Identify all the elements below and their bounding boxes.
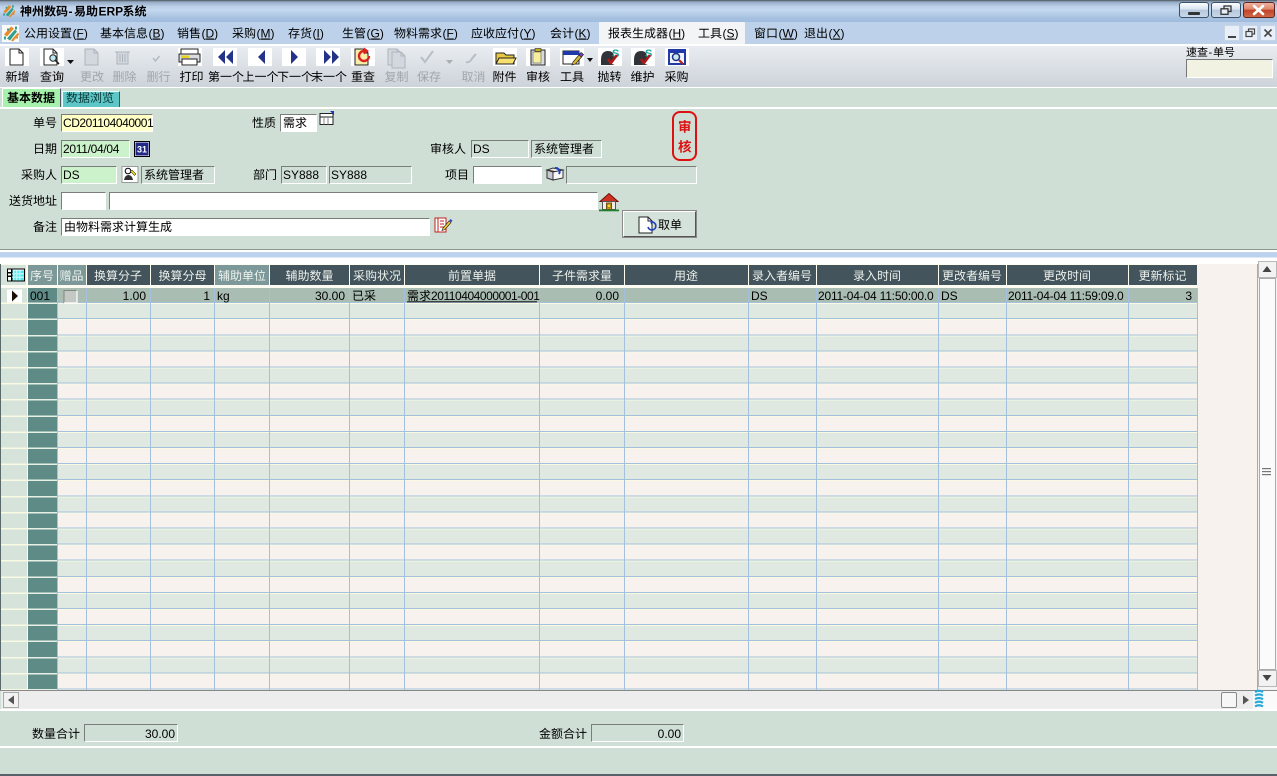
- svg-text:31: 31: [137, 145, 147, 155]
